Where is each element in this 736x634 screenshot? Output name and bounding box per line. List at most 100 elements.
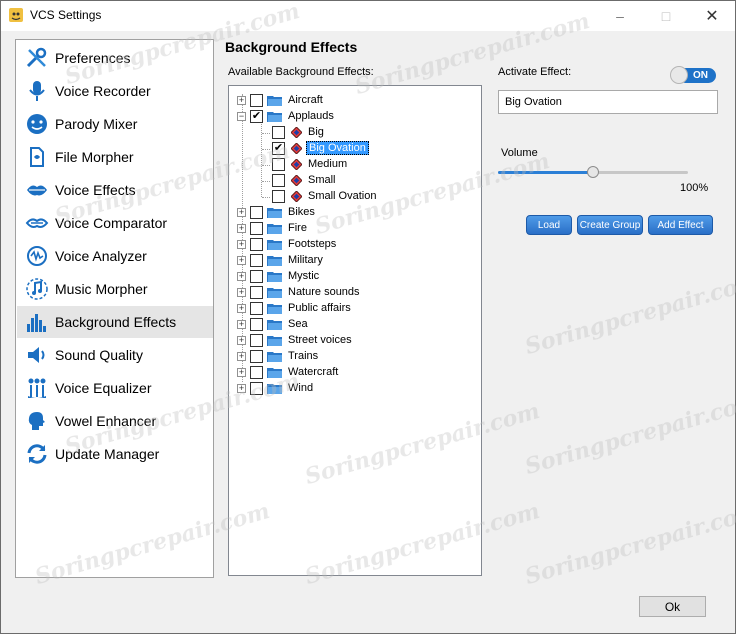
sidebar-item-update-manager[interactable]: Update Manager bbox=[17, 438, 213, 470]
speaking-head-icon bbox=[24, 408, 50, 434]
tree-node-street-voices[interactable]: + Street voices bbox=[237, 332, 354, 348]
folder-icon bbox=[267, 335, 282, 346]
tree-leaf-big[interactable]: Big bbox=[272, 124, 326, 140]
expand-toggle[interactable]: + bbox=[237, 335, 246, 345]
sidebar-item-voice-equalizer[interactable]: Voice Equalizer bbox=[17, 372, 213, 404]
tree-node-military[interactable]: + Military bbox=[237, 252, 325, 268]
add-effect-button[interactable]: Add Effect bbox=[648, 215, 713, 235]
tree-leaf-small[interactable]: Small bbox=[272, 172, 338, 188]
tree-leaf-medium[interactable]: Medium bbox=[272, 156, 349, 172]
slider-thumb[interactable] bbox=[587, 166, 599, 178]
ok-button[interactable]: Ok bbox=[639, 596, 706, 617]
expand-toggle[interactable]: + bbox=[237, 95, 246, 105]
effect-checkbox[interactable] bbox=[250, 381, 263, 395]
effect-checkbox[interactable] bbox=[250, 317, 263, 331]
tree-node-nature-sounds[interactable]: + Nature sounds bbox=[237, 284, 362, 300]
tree-node-watercraft[interactable]: + Watercraft bbox=[237, 364, 340, 380]
tree-leaf-big-ovation[interactable]: ✔ Big Ovation bbox=[272, 140, 369, 156]
effect-checkbox[interactable]: ✔ bbox=[250, 109, 263, 123]
watermark-text: Soringpcrepair.com bbox=[522, 268, 736, 360]
tree-node-trains[interactable]: + Trains bbox=[237, 348, 320, 364]
folder-icon bbox=[267, 271, 282, 282]
effect-checkbox[interactable] bbox=[272, 189, 285, 203]
sidebar-item-voice-analyzer[interactable]: Voice Analyzer bbox=[17, 240, 213, 272]
sidebar-item-voice-recorder[interactable]: Voice Recorder bbox=[17, 75, 213, 107]
active-effect-field[interactable] bbox=[498, 90, 718, 114]
expand-toggle[interactable]: + bbox=[237, 303, 246, 313]
effect-checkbox[interactable] bbox=[250, 269, 263, 283]
tree-node-wind[interactable]: + Wind bbox=[237, 380, 315, 396]
sidebar-item-preferences[interactable]: Preferences bbox=[17, 42, 213, 74]
sidebar-item-label: Background Effects bbox=[55, 314, 177, 330]
activate-toggle[interactable]: ON bbox=[670, 66, 716, 84]
tree-node-mystic[interactable]: + Mystic bbox=[237, 268, 321, 284]
expand-toggle[interactable]: + bbox=[237, 319, 246, 329]
effect-checkbox[interactable] bbox=[250, 205, 263, 219]
sidebar-item-label: Music Morpher bbox=[55, 281, 148, 297]
tree-node-applauds[interactable]: − ✔ Applauds bbox=[237, 108, 336, 124]
minimize-button[interactable]: – bbox=[597, 1, 643, 31]
effect-checkbox[interactable] bbox=[272, 173, 285, 187]
close-button[interactable]: ✕ bbox=[689, 1, 735, 31]
tree-node-label: Big Ovation bbox=[306, 141, 369, 155]
effect-checkbox[interactable] bbox=[250, 221, 263, 235]
effect-checkbox[interactable] bbox=[250, 301, 263, 315]
voice-compare-icon bbox=[24, 210, 50, 236]
load-button[interactable]: Load bbox=[526, 215, 572, 235]
expand-toggle[interactable]: + bbox=[237, 271, 246, 281]
folder-icon bbox=[267, 223, 282, 234]
toggle-on-text: ON bbox=[693, 70, 708, 81]
create-group-button[interactable]: Create Group bbox=[577, 215, 643, 235]
tree-leaf-small-ovation[interactable]: Small Ovation bbox=[272, 188, 378, 204]
effect-checkbox[interactable]: ✔ bbox=[272, 141, 285, 155]
effect-checkbox[interactable] bbox=[272, 157, 285, 171]
sidebar-item-voice-comparator[interactable]: Voice Comparator bbox=[17, 207, 213, 239]
lips-icon bbox=[24, 177, 50, 203]
tree-node-public-affairs[interactable]: + Public affairs bbox=[237, 300, 353, 316]
sidebar-item-voice-effects[interactable]: Voice Effects bbox=[17, 174, 213, 206]
maximize-button[interactable]: □ bbox=[643, 1, 689, 31]
effect-checkbox[interactable] bbox=[250, 333, 263, 347]
expand-toggle[interactable]: + bbox=[237, 287, 246, 297]
expand-toggle[interactable]: + bbox=[237, 351, 246, 361]
sidebar-item-parody-mixer[interactable]: Parody Mixer bbox=[17, 108, 213, 140]
sidebar-item-sound-quality[interactable]: Sound Quality bbox=[17, 339, 213, 371]
folder-icon bbox=[267, 239, 282, 250]
tree-node-sea[interactable]: + Sea bbox=[237, 316, 310, 332]
tree-node-footsteps[interactable]: + Footsteps bbox=[237, 236, 338, 252]
tree-node-fire[interactable]: + Fire bbox=[237, 220, 309, 236]
sidebar-item-label: Parody Mixer bbox=[55, 116, 138, 132]
effect-checkbox[interactable] bbox=[250, 237, 263, 251]
tree-node-bikes[interactable]: + Bikes bbox=[237, 204, 317, 220]
effect-checkbox[interactable] bbox=[250, 253, 263, 267]
expand-toggle[interactable]: + bbox=[237, 255, 246, 265]
tree-node-aircraft[interactable]: + Aircraft bbox=[237, 92, 325, 108]
tree-node-label: Applauds bbox=[288, 110, 334, 122]
volume-label: Volume bbox=[501, 147, 538, 159]
effect-checkbox[interactable] bbox=[250, 285, 263, 299]
tree-node-label: Mystic bbox=[288, 270, 320, 282]
sidebar-item-background-effects[interactable]: Background Effects bbox=[17, 306, 213, 338]
sidebar-item-music-morpher[interactable]: Music Morpher bbox=[17, 273, 213, 305]
effect-checkbox[interactable] bbox=[250, 365, 263, 379]
folder-icon bbox=[267, 319, 282, 330]
sidebar-item-vowel-enhancer[interactable]: Vowel Enhancer bbox=[17, 405, 213, 437]
sidebar-item-label: Vowel Enhancer bbox=[55, 413, 157, 429]
volume-slider[interactable] bbox=[498, 166, 690, 180]
collapse-toggle[interactable]: − bbox=[237, 111, 246, 121]
effect-checkbox[interactable] bbox=[272, 125, 285, 139]
sidebar-item-file-morpher[interactable]: File Morpher bbox=[17, 141, 213, 173]
sidebar-item-label: Voice Equalizer bbox=[55, 380, 152, 396]
expand-toggle[interactable]: + bbox=[237, 207, 246, 217]
effect-diamond-icon bbox=[291, 142, 302, 154]
tree-node-label: Nature sounds bbox=[288, 286, 360, 298]
tree-node-label: Medium bbox=[308, 158, 348, 170]
expand-toggle[interactable]: + bbox=[237, 223, 246, 233]
expand-toggle[interactable]: + bbox=[237, 367, 246, 377]
expand-toggle[interactable]: + bbox=[237, 383, 246, 393]
update-arrows-icon bbox=[24, 441, 50, 467]
effect-checkbox[interactable] bbox=[250, 93, 263, 107]
effect-checkbox[interactable] bbox=[250, 349, 263, 363]
smiley-face-icon bbox=[24, 111, 50, 137]
expand-toggle[interactable]: + bbox=[237, 239, 246, 249]
